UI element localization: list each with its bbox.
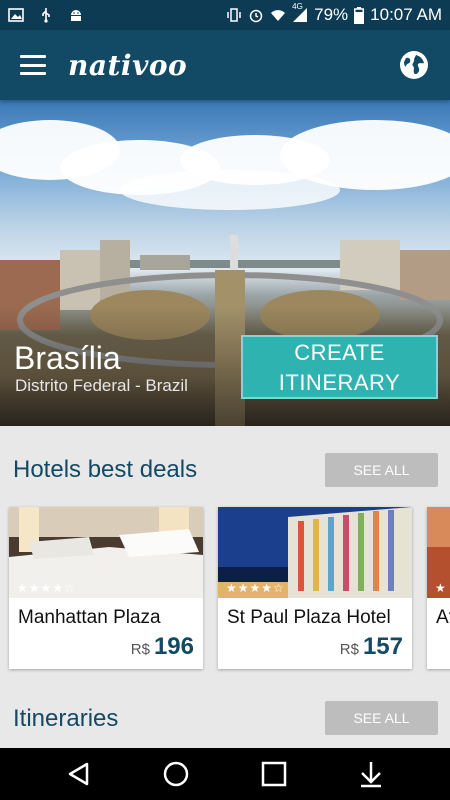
city-hero: Brasília Distrito Federal - Brazil CREAT… [0,100,450,426]
recents-icon[interactable] [254,754,294,794]
hotel-rating: ★★★★☆ [226,581,285,595]
wifi-icon [271,10,286,21]
globe-icon[interactable] [398,49,430,81]
hotel-card[interactable]: ★★★★☆ St Paul Plaza Hotel R$ 157 [218,507,412,669]
hotel-name: St Paul Plaza Hotel [227,607,391,628]
status-bar: 4G 79% 10:07 AM [0,0,450,30]
clock: 10:07 AM [370,5,442,24]
price-amount: 196 [153,633,194,660]
hotels-see-all-button[interactable]: SEE ALL [325,453,438,487]
create-itinerary-line1: CREATE [294,340,385,365]
price-currency: R$ [130,641,150,658]
home-icon[interactable] [156,754,196,794]
network-type: 4G [292,2,303,11]
usb-icon [42,8,50,23]
hotel-price: R$ 196 [131,633,194,661]
hotel-card[interactable]: ★★★★☆ Manhattan Plaza R$ 196 [9,507,203,669]
price-amount: 157 [362,633,403,660]
hamburger-menu-icon[interactable] [20,55,46,75]
city-region: Distrito Federal - Brazil [15,376,188,395]
price-currency: R$ [339,641,359,658]
hotel-name: At [436,607,450,628]
create-itinerary-button[interactable]: CREATE ITINERARY [241,335,438,399]
vibrate-icon [227,8,241,22]
app-logo: nativoo [68,48,188,82]
battery-percent: 79% [314,5,349,24]
hotel-price: R$ 157 [340,633,403,661]
hotels-section-title: Hotels best deals [13,456,198,483]
hotel-card[interactable]: ★ At [427,507,450,669]
battery-icon [354,6,365,24]
hotel-name: Manhattan Plaza [18,607,161,628]
back-icon[interactable] [59,754,99,794]
system-nav-bar [0,748,450,800]
image-icon [8,8,24,22]
hotel-rating: ★★★★☆ [17,581,76,595]
hotel-rating: ★ [435,581,447,595]
create-itinerary-line2: ITINERARY [278,370,401,395]
download-icon[interactable] [351,754,391,794]
itineraries-section-title: Itineraries [13,705,119,732]
app-bar: nativoo [0,30,450,100]
alarm-icon [249,9,263,23]
itineraries-see-all-button[interactable]: SEE ALL [325,701,438,735]
city-name: Brasília [14,340,121,376]
android-icon [71,10,81,21]
